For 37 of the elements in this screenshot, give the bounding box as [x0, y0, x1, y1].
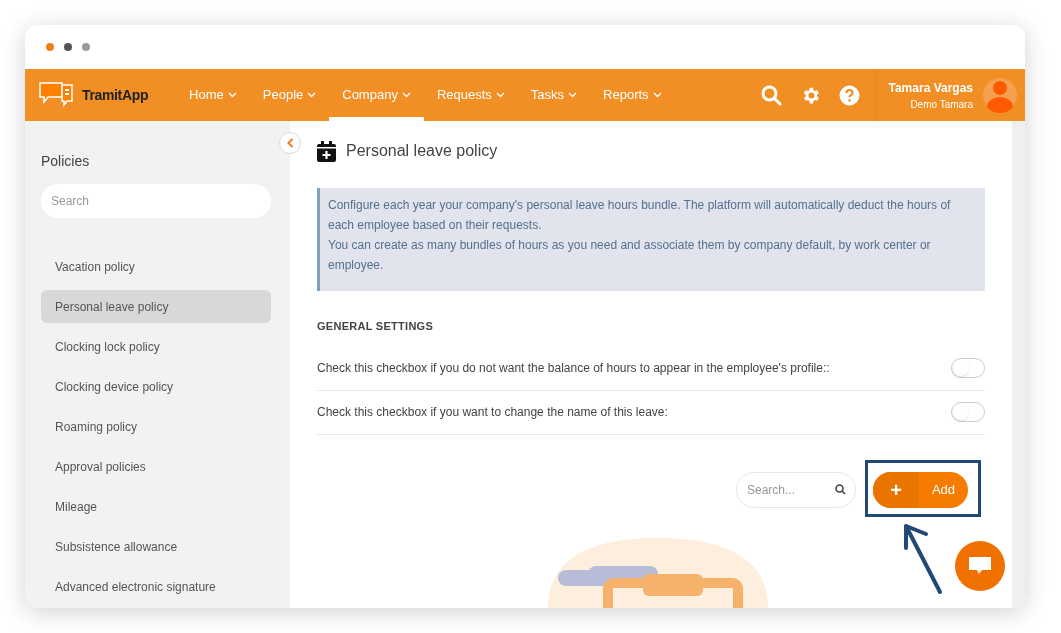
sidebar-item[interactable]: Subsistence allowance [41, 530, 271, 563]
chevron-down-icon [568, 92, 578, 98]
sidebar-title: Policies [41, 152, 91, 171]
toggle-switch[interactable] [951, 402, 985, 422]
sidebar-item[interactable]: Advanced electronic signature [41, 570, 271, 603]
calendar-plus-icon [317, 140, 336, 162]
search-field[interactable]: Search [41, 184, 271, 218]
sidebar-item[interactable]: Clocking device policy [41, 370, 271, 403]
chevron-down-icon [652, 92, 662, 98]
setting-label: Check this checkbox if you do not want the balance of hours to appear in the employee's profile:: [317, 360, 830, 377]
chevron-down-icon [307, 92, 317, 98]
logo-text: TramitApp [82, 85, 149, 105]
info-text: You can create as many bundles of hours as you need and associate them by company default, by work center or employee. [328, 237, 932, 274]
sidebar-item[interactable]: Mileage [41, 490, 271, 523]
chevron-down-icon [401, 92, 411, 98]
user-avatar-icon[interactable] [983, 77, 1017, 113]
user-subtitle: Demo Tamara [910, 97, 973, 112]
chevron-down-icon [495, 92, 505, 98]
setting-label: Check this checkbox if you want to change the name of this leave: [317, 404, 668, 421]
search-icon[interactable] [760, 84, 782, 106]
user-name: Tamara Vargas [888, 79, 973, 97]
search-field[interactable]: Search... [736, 471, 856, 508]
chevron-left-icon [286, 138, 294, 148]
chat-bubble-icon [968, 556, 992, 576]
sidebar-item[interactable]: Roaming policy [41, 410, 271, 443]
search-icon [835, 483, 846, 495]
info-text: Configure each year your company's personal leave hours bundle. The platform will automatically deduct the hours of each employee based on their requests. [328, 197, 952, 234]
sidebar-item[interactable]: Clocking lock policy [41, 330, 271, 363]
collapse-sidebar-button[interactable] [279, 132, 301, 154]
help-icon[interactable] [838, 84, 860, 106]
toggle-switch[interactable] [951, 358, 985, 378]
sidebar-item[interactable]: Personal leave policy [41, 290, 271, 323]
page-title: Personal leave policy [346, 141, 498, 161]
section-title: GENERAL SETTINGS [317, 319, 435, 334]
sidebar-item[interactable]: Vacation policy [41, 250, 271, 283]
chevron-down-icon [227, 92, 237, 98]
sidebar-item[interactable]: Approval policies [41, 450, 271, 483]
